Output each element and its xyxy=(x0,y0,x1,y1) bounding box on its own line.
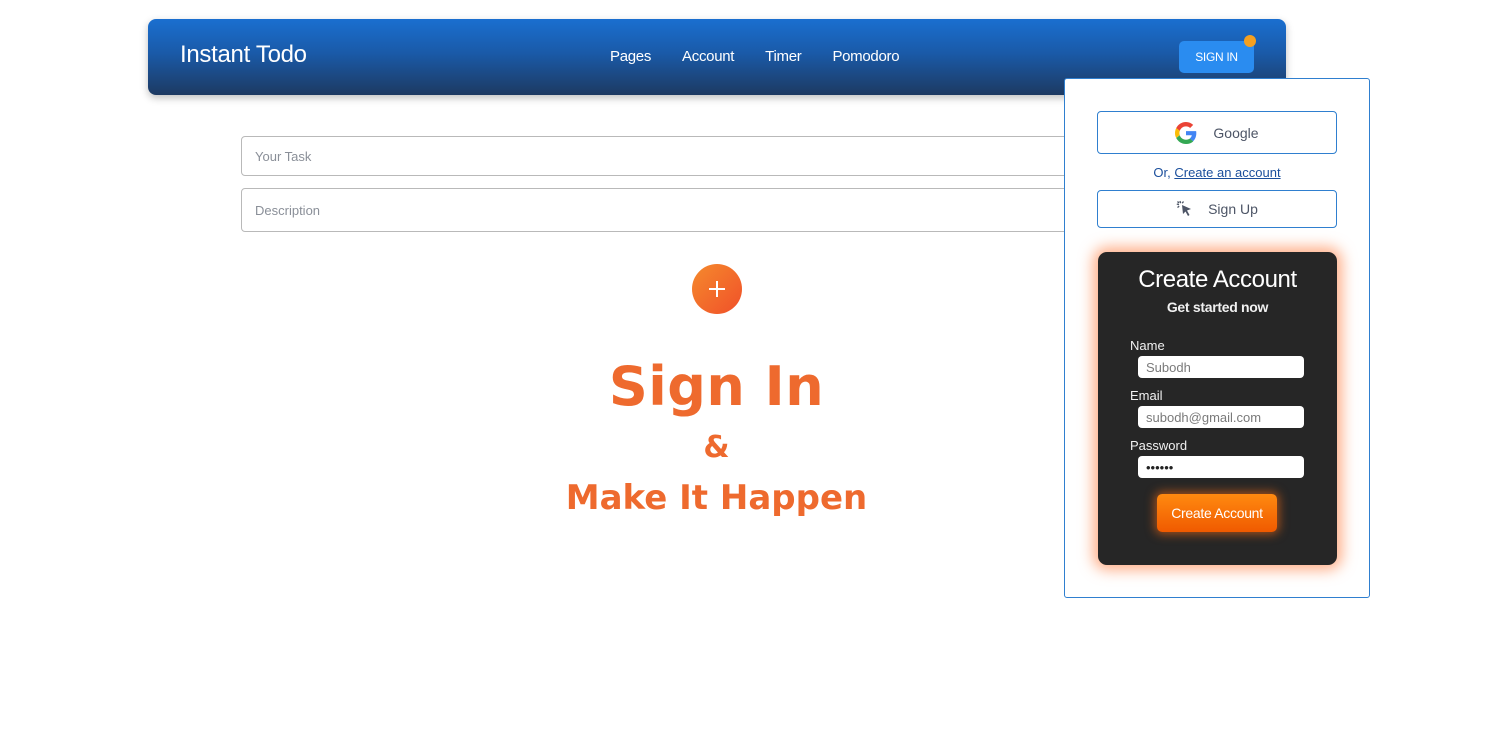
google-icon xyxy=(1175,121,1197,144)
nav-links: Pages Account Timer Pomodoro xyxy=(610,48,930,65)
sign-up-label: Sign Up xyxy=(1208,201,1258,217)
auth-dropdown: Google Or, Create an account Sign Up Cre… xyxy=(1064,78,1370,598)
password-label: Password xyxy=(1130,438,1188,453)
sign-up-button[interactable]: Sign Up xyxy=(1097,190,1337,228)
sign-in-button[interactable]: SIGN IN xyxy=(1179,41,1254,73)
nav-link-account[interactable]: Account xyxy=(682,48,734,65)
nav-link-pomodoro[interactable]: Pomodoro xyxy=(832,48,899,65)
description-input[interactable] xyxy=(241,188,1101,232)
plus-icon xyxy=(709,281,725,297)
name-label: Name xyxy=(1130,338,1165,353)
task-input[interactable] xyxy=(241,136,1101,176)
google-label: Google xyxy=(1213,124,1259,141)
card-subtitle: Get started now xyxy=(1166,299,1269,315)
card-title: Create Account xyxy=(1138,266,1297,293)
create-account-link[interactable]: Create an account xyxy=(1174,165,1280,180)
add-task-button[interactable] xyxy=(692,264,742,314)
brand-title[interactable]: Instant Todo xyxy=(180,41,307,69)
create-account-card: Create Account Get started now Name Emai… xyxy=(1098,252,1337,565)
notification-dot xyxy=(1244,35,1256,47)
email-field[interactable] xyxy=(1138,406,1304,428)
nav-link-pages[interactable]: Pages xyxy=(610,48,651,65)
cursor-click-icon xyxy=(1176,200,1192,216)
name-field[interactable] xyxy=(1138,356,1304,378)
nav-link-timer[interactable]: Timer xyxy=(765,48,802,65)
email-label: Email xyxy=(1130,388,1163,403)
or-create-line: Or, Create an account xyxy=(1065,165,1369,180)
or-text: Or, xyxy=(1153,165,1175,180)
password-field[interactable] xyxy=(1138,456,1304,478)
google-signin-button[interactable]: Google xyxy=(1097,111,1337,154)
create-account-button[interactable]: Create Account xyxy=(1157,494,1277,532)
